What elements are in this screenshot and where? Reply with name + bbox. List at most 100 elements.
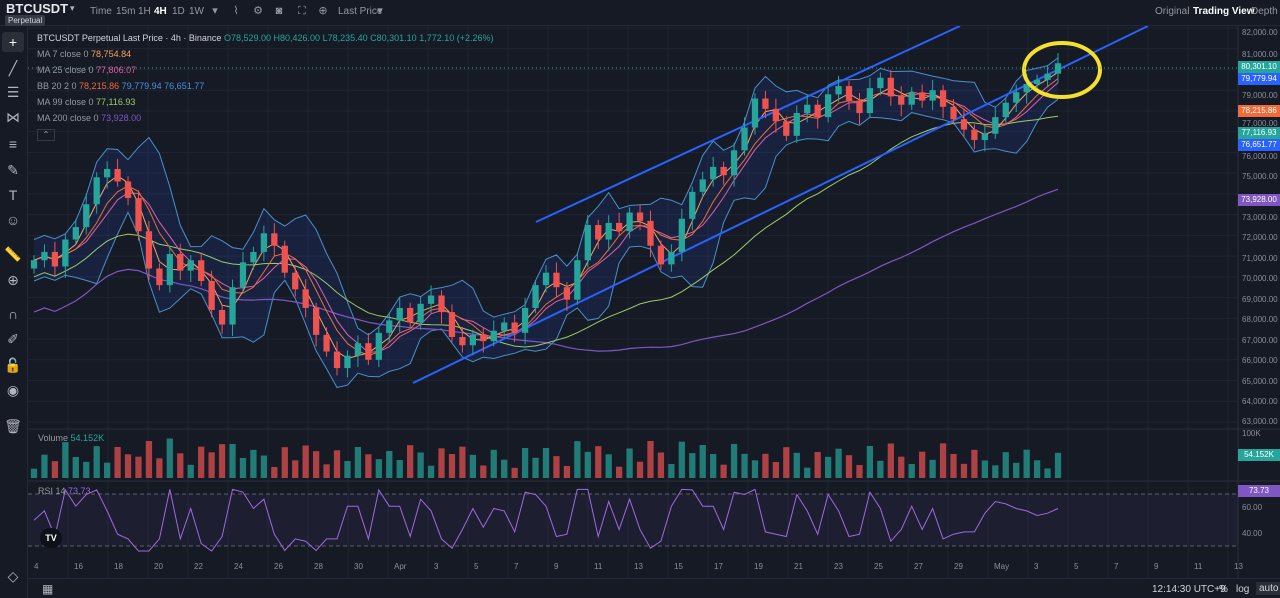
zoom-icon[interactable]: ⊕ xyxy=(2,270,24,290)
view-tradingview[interactable]: Trading View xyxy=(1193,6,1255,17)
trendline-icon[interactable]: ╱ xyxy=(2,58,24,78)
volume-bar xyxy=(793,452,800,478)
candle-body xyxy=(114,169,121,182)
pitchfork-icon[interactable]: ⋈ xyxy=(2,107,24,127)
camera-icon[interactable]: ◙ xyxy=(272,4,286,18)
fib-icon[interactable]: ≡ xyxy=(2,134,24,154)
bb-label[interactable]: BB 20 2 0 xyxy=(37,81,77,91)
lock-icon[interactable]: 🔓 xyxy=(2,355,24,375)
interval-time[interactable]: Time xyxy=(90,6,112,17)
volume-bar xyxy=(501,459,508,478)
volume-bar xyxy=(720,464,727,478)
candle-body xyxy=(636,212,644,221)
price-tick: 75,000.00 xyxy=(1242,172,1278,181)
time-tick: 7 xyxy=(1114,562,1119,571)
volume-bar xyxy=(417,452,424,478)
auto-toggle[interactable]: auto xyxy=(1256,582,1280,595)
price-tick: 68,000.00 xyxy=(1242,315,1278,324)
time-tick: May xyxy=(994,562,1010,571)
bb-lower: 76,651.77 xyxy=(164,81,205,91)
interval-1h[interactable]: 1H xyxy=(138,6,151,17)
candle-body xyxy=(365,343,372,360)
ma25-label[interactable]: MA 25 close 0 xyxy=(37,65,94,75)
ma200-tag: 73,928.00 xyxy=(1238,194,1280,206)
emoji-icon[interactable]: ☺ xyxy=(2,210,24,230)
calendar-icon[interactable]: ▦ xyxy=(42,582,53,596)
candle-body xyxy=(30,260,38,269)
candle-body xyxy=(480,334,487,342)
volume-bar xyxy=(1013,462,1020,478)
ma25-value: 77,806.07 xyxy=(96,65,137,75)
candle-body xyxy=(971,129,978,140)
crosshair-icon[interactable]: + xyxy=(2,32,24,52)
magnet-icon[interactable]: ∩ xyxy=(2,304,24,324)
collapse-legend-icon[interactable]: ⌃ xyxy=(37,129,55,141)
interval-4h[interactable]: 4H xyxy=(154,6,167,17)
volume-bar xyxy=(302,445,309,478)
time-tick: 4 xyxy=(34,562,39,571)
time-tick: 13 xyxy=(634,562,643,571)
candle-body xyxy=(866,88,874,114)
volume-bar xyxy=(333,450,341,478)
trash-icon[interactable]: 🗑 xyxy=(2,416,24,436)
indicators-icon[interactable]: ⌇ xyxy=(229,4,243,18)
candle-body xyxy=(845,86,853,101)
add-icon[interactable]: ⊕ xyxy=(316,4,330,18)
chevron-down-icon[interactable]: ▾ xyxy=(373,4,387,18)
candle-body xyxy=(438,295,445,313)
candle-body xyxy=(626,212,633,232)
settings-icon[interactable]: ⚙ xyxy=(251,4,265,18)
text-icon[interactable]: T xyxy=(2,185,24,205)
volume-bar xyxy=(239,458,247,478)
volume-bar xyxy=(647,441,654,478)
lock-drawing-icon[interactable]: ✐ xyxy=(2,329,24,349)
volume-bar xyxy=(678,441,685,478)
rsi-axis-tick: 40.00 xyxy=(1242,529,1263,538)
volume-bar xyxy=(250,449,257,478)
candle-body xyxy=(793,113,800,136)
tradingview-logo-icon: TV xyxy=(40,528,62,548)
candle-body xyxy=(616,222,623,232)
volume-bar xyxy=(365,454,372,478)
bottom-bar: ▦ 12:14:30 UTC+9 % log auto xyxy=(28,578,1280,598)
ma200-label[interactable]: MA 200 close 0 xyxy=(37,113,99,123)
symbol-name[interactable]: BTCUSDT xyxy=(6,1,68,16)
view-original[interactable]: Original xyxy=(1155,6,1189,17)
interval-1d[interactable]: 1D xyxy=(172,6,185,17)
fullscreen-icon[interactable]: ⛶ xyxy=(295,4,309,18)
time-tick: 15 xyxy=(674,562,683,571)
brush-icon[interactable]: ✎ xyxy=(2,160,24,180)
view-depth[interactable]: Depth xyxy=(1251,6,1278,17)
more-intervals-icon[interactable]: ▾ xyxy=(208,4,222,18)
candle-body xyxy=(302,289,309,308)
volume-bar xyxy=(595,446,602,478)
candle-body xyxy=(208,280,215,311)
volume-bar xyxy=(1023,449,1030,478)
drawing-toolbar: + ╱ ☰ ⋈ ≡ ✎ T ☺ 📏 ⊕ ∩ ✐ 🔓 ◉ 🗑 ◇ xyxy=(0,26,28,598)
price-tick: 73,000.00 xyxy=(1242,213,1278,222)
volume-bar xyxy=(699,445,706,478)
ruler-icon[interactable]: 📏 xyxy=(2,244,24,264)
bb-basis: 78,215.86 xyxy=(79,81,120,91)
ma99-label[interactable]: MA 99 close 0 xyxy=(37,97,94,107)
percent-toggle[interactable]: % xyxy=(1219,584,1228,595)
horizontal-lines-icon[interactable]: ☰ xyxy=(2,82,24,102)
candle-body xyxy=(260,233,268,252)
layers-icon[interactable]: ◇ xyxy=(2,566,24,586)
ma7-label[interactable]: MA 7 close 0 xyxy=(37,49,89,59)
candle-body xyxy=(145,231,153,269)
interval-15m[interactable]: 15m xyxy=(116,6,135,17)
eye-icon[interactable]: ◉ xyxy=(2,380,24,400)
candle-body xyxy=(1013,92,1020,103)
candle-body xyxy=(751,98,759,128)
log-toggle[interactable]: log xyxy=(1236,584,1249,595)
candle-body xyxy=(250,251,257,263)
volume-bar xyxy=(407,445,414,478)
candle-body xyxy=(239,262,247,288)
interval-1w[interactable]: 1W xyxy=(189,6,204,17)
candle-body xyxy=(407,307,414,323)
chevron-down-icon[interactable]: ▾ xyxy=(70,3,75,14)
volume-bar xyxy=(438,448,445,478)
candle-body xyxy=(710,166,717,180)
volume-bar xyxy=(260,455,268,478)
